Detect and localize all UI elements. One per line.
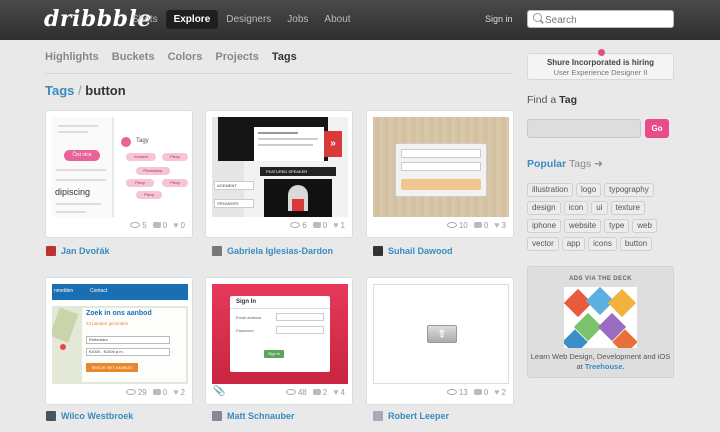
ad-box: ADS VIA THE DECK Learn Web Design, Devel…	[527, 266, 674, 378]
search-icon	[533, 13, 542, 22]
shot-card[interactable]: 10 0 ♥ 3	[366, 110, 514, 238]
page-title: Tags / button	[45, 83, 126, 98]
shot-card[interactable]: Sign In Email address Password Sign in 📎…	[205, 277, 353, 405]
likes-icon[interactable]: ♥	[173, 220, 178, 230]
shot-author[interactable]: Suhail Dawood	[373, 246, 453, 256]
subnav-highlights[interactable]: Highlights	[45, 51, 99, 63]
shot-stats: 10 0 ♥ 3	[446, 220, 506, 230]
views-icon	[285, 389, 296, 395]
shot-author[interactable]: Gabriela Iglesias-Dardon	[212, 246, 333, 256]
tag-chip[interactable]: button	[619, 237, 653, 251]
pin-icon	[598, 49, 605, 56]
shot-author[interactable]: Jan Dvořák	[46, 246, 110, 256]
likes-icon[interactable]: ♥	[333, 387, 338, 397]
breadcrumb-root[interactable]: Tags	[45, 83, 74, 98]
shot-author[interactable]: Robert Leeper	[373, 411, 449, 421]
shot-stats: 48 2 ♥ 4	[285, 387, 345, 397]
tag-search-input[interactable]	[527, 119, 641, 138]
avatar[interactable]	[46, 411, 56, 421]
comments-icon	[152, 222, 161, 228]
nav-explore[interactable]: Explore	[165, 10, 219, 29]
shot-author[interactable]: Wilco Westbroek	[46, 411, 133, 421]
attachment-icon: 📎	[213, 386, 226, 397]
shot-card[interactable]: Čist více dipiscing Tagy Kreseni Plecy P…	[45, 110, 193, 238]
shot-thumbnail[interactable]: Sign In Email address Password Sign in	[212, 284, 348, 384]
avatar[interactable]	[212, 246, 222, 256]
ad-image[interactable]	[564, 287, 637, 348]
upload-icon: ⇧	[427, 325, 457, 343]
shot-thumbnail[interactable]: nmelden Contact Zoek in ons aanbod 23 pa…	[52, 284, 188, 384]
tag-chip[interactable]: vector	[527, 237, 559, 251]
hiring-banner[interactable]: Shure Incorporated is hiring User Experi…	[527, 53, 674, 80]
subnav-buckets[interactable]: Buckets	[112, 51, 155, 63]
shot-thumbnail[interactable]	[373, 117, 509, 217]
subnav-projects[interactable]: Projects	[215, 51, 258, 63]
shot-stats: 6 0 ♥ 1	[290, 220, 345, 230]
avatar[interactable]	[212, 411, 222, 421]
avatar[interactable]	[373, 411, 383, 421]
subnav-tags[interactable]: Tags	[272, 51, 297, 63]
views-icon	[290, 222, 301, 228]
tag-chip[interactable]: type	[604, 219, 630, 233]
search-input[interactable]	[527, 10, 674, 28]
popular-tags-heading[interactable]: Popular Tags ➜	[527, 158, 603, 170]
go-button[interactable]: Go	[645, 119, 669, 138]
tag-chip[interactable]: app	[561, 237, 586, 251]
shot-stats: 29 0 ♥ 2	[125, 387, 185, 397]
popular-tags-list: illustration logo typography design icon…	[527, 183, 677, 251]
nav-about[interactable]: About	[316, 10, 358, 29]
tag-chip[interactable]: design	[527, 201, 561, 215]
find-tag-heading: Find a Tag	[527, 94, 577, 106]
likes-icon[interactable]: ♥	[494, 387, 499, 397]
comments-icon	[473, 222, 482, 228]
likes-icon[interactable]: ♥	[494, 220, 499, 230]
tag-chip[interactable]: icons	[588, 237, 617, 251]
shot-card[interactable]: nmelden Contact Zoek in ons aanbod 23 pa…	[45, 277, 193, 405]
shot-stats: 5 0 ♥ 0	[130, 220, 185, 230]
views-icon	[125, 389, 136, 395]
shot-thumbnail[interactable]: ⇧	[373, 284, 509, 384]
views-icon	[446, 222, 457, 228]
signin-link[interactable]: Sign in	[485, 14, 513, 24]
avatar[interactable]	[373, 246, 383, 256]
views-icon	[130, 222, 141, 228]
tag-chip[interactable]: website	[564, 219, 602, 233]
divider	[45, 73, 513, 74]
tag-chip[interactable]: iphone	[527, 219, 562, 233]
tag-chip[interactable]: illustration	[527, 183, 574, 197]
shot-stats: 13 0 ♥ 2	[446, 387, 506, 397]
nav-jobs[interactable]: Jobs	[279, 10, 316, 29]
comments-icon	[312, 222, 321, 228]
tag-chip[interactable]: texture	[610, 201, 645, 215]
tag-chip[interactable]: icon	[563, 201, 589, 215]
shot-card[interactable]: ⇧ 13 0 ♥ 2	[366, 277, 514, 405]
likes-icon[interactable]: ♥	[333, 220, 338, 230]
subnav-colors[interactable]: Colors	[168, 51, 203, 63]
comments-icon	[473, 389, 482, 395]
breadcrumb-current: button	[85, 83, 126, 98]
treehouse-link[interactable]: Treehouse.	[585, 362, 625, 371]
nav-designers[interactable]: Designers	[218, 10, 279, 29]
tag-chip[interactable]: ui	[591, 201, 608, 215]
tag-chip[interactable]: logo	[576, 183, 602, 197]
explore-subnav: Highlights Buckets Colors Projects Tags	[45, 51, 310, 63]
views-icon	[446, 389, 457, 395]
shot-thumbnail[interactable]: Čist více dipiscing Tagy Kreseni Plecy P…	[52, 117, 188, 217]
comments-icon	[312, 389, 321, 395]
shot-author[interactable]: Matt Schnauber	[212, 411, 295, 421]
main-nav: Shots Explore Designers Jobs About	[124, 10, 359, 29]
tag-chip[interactable]: web	[632, 219, 657, 233]
shot-card[interactable]: » FEATURED SPEAKER AGEMENT SPEAKERS 6 0 …	[205, 110, 353, 238]
comments-icon	[152, 389, 161, 395]
chevron-right-icon: »	[324, 131, 342, 157]
shot-thumbnail[interactable]: » FEATURED SPEAKER AGEMENT SPEAKERS	[212, 117, 348, 217]
tag-chip[interactable]: typography	[604, 183, 654, 197]
nav-shots[interactable]: Shots	[124, 10, 166, 29]
likes-icon[interactable]: ♥	[173, 387, 178, 397]
avatar[interactable]	[46, 246, 56, 256]
